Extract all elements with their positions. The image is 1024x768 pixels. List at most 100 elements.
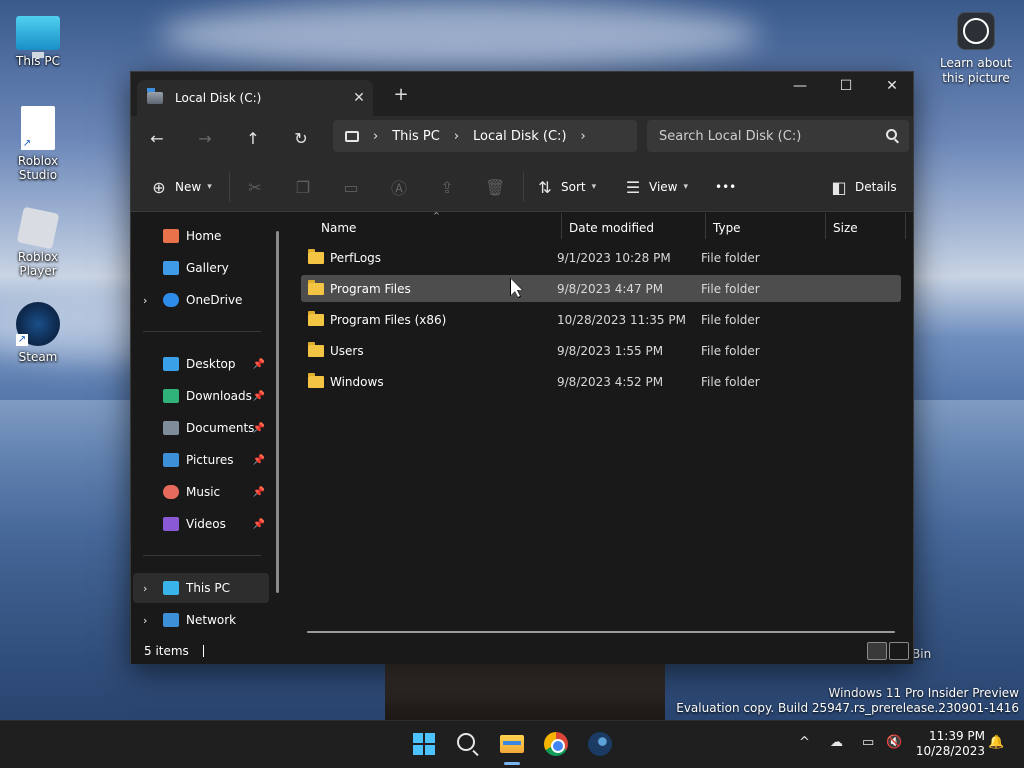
column-header-size[interactable]: Size xyxy=(833,213,858,243)
share-button[interactable]: ⇪ xyxy=(437,174,463,200)
sidebar-item-label: Videos xyxy=(186,517,226,531)
column-divider[interactable] xyxy=(905,213,906,239)
copy-button[interactable]: ❐ xyxy=(293,174,319,200)
desktop-icon-label: Roblox Player xyxy=(17,250,59,278)
view-button[interactable]: ☰ View ▾ xyxy=(623,174,688,200)
maximize-button[interactable]: ☐ xyxy=(823,72,869,102)
sidebar-item-pictures[interactable]: Pictures 📌 xyxy=(133,445,269,475)
pin-icon[interactable]: 📌 xyxy=(253,455,265,466)
tab-local-disk[interactable]: Local Disk (C:) ✕ xyxy=(137,80,373,116)
sidebar-divider xyxy=(143,555,261,556)
refresh-button[interactable]: ↻ xyxy=(285,124,317,154)
details-pane-button[interactable]: ◧ Details xyxy=(829,174,896,200)
sidebar-item-gallery[interactable]: Gallery xyxy=(133,253,269,283)
pin-icon[interactable]: 📌 xyxy=(253,423,265,434)
chevron-right-icon[interactable]: › xyxy=(373,129,378,144)
sidebar-item-label: Desktop xyxy=(186,357,236,371)
pin-icon[interactable]: 📌 xyxy=(253,519,265,530)
taskbar-file-explorer[interactable] xyxy=(497,729,527,765)
new-label: New xyxy=(175,180,202,194)
cut-button[interactable]: ✂ xyxy=(245,174,271,200)
back-button[interactable]: ← xyxy=(141,124,173,154)
table-row[interactable]: Windows 9/8/2023 4:52 PM File folder xyxy=(301,368,901,395)
chevron-right-icon[interactable]: › xyxy=(143,614,147,627)
column-header-name[interactable]: Name xyxy=(321,213,356,243)
document-icon: ↗ xyxy=(21,106,55,150)
breadcrumb[interactable]: › This PC › Local Disk (C:) › xyxy=(333,120,637,152)
sort-button[interactable]: ⇅ Sort ▾ xyxy=(535,174,596,200)
close-button[interactable]: ✕ xyxy=(869,72,915,102)
sidebar-item-documents[interactable]: Documents 📌 xyxy=(133,413,269,443)
more-options-button[interactable]: ••• xyxy=(715,174,736,200)
title-bar[interactable]: Local Disk (C:) ✕ + — ☐ ✕ xyxy=(131,72,913,116)
pin-icon[interactable]: 📌 xyxy=(253,487,265,498)
scissors-icon: ✂ xyxy=(248,177,262,197)
taskbar-search-button[interactable] xyxy=(453,729,483,759)
sidebar-item-label: Network xyxy=(186,613,237,627)
volume-muted-icon[interactable]: 🔇 xyxy=(886,735,902,750)
notification-bell-icon[interactable]: 🔔 xyxy=(988,735,1004,750)
chevron-right-icon[interactable]: › xyxy=(143,294,147,307)
delete-button[interactable]: 🗑 xyxy=(485,174,511,200)
table-row[interactable]: PerfLogs 9/1/2023 10:28 PM File folder xyxy=(301,244,901,271)
chevron-right-icon[interactable]: › xyxy=(581,129,586,144)
folder-icon xyxy=(308,341,324,357)
breadcrumb-local-disk[interactable]: Local Disk (C:) xyxy=(473,129,566,144)
table-row[interactable]: Program Files (x86) 10/28/2023 11:35 PM … xyxy=(301,306,901,333)
forward-button[interactable]: → xyxy=(189,124,221,154)
search-input[interactable]: Search Local Disk (C:) xyxy=(647,120,909,152)
horizontal-scrollbar[interactable] xyxy=(307,631,895,633)
rename-button[interactable]: Ⓐ xyxy=(389,174,415,200)
file-type: File folder xyxy=(701,281,760,296)
column-divider[interactable] xyxy=(561,213,562,239)
tiles-view-toggle[interactable] xyxy=(889,642,909,660)
learn-about-picture[interactable]: Learn about this picture xyxy=(940,12,1012,86)
desktop-icon-roblox-studio[interactable]: ↗ Roblox Studio xyxy=(0,106,76,182)
recycle-bin-label-partial[interactable]: Bin xyxy=(912,647,931,661)
sidebar-item-network[interactable]: › Network xyxy=(133,605,269,635)
table-row[interactable]: Program Files 9/8/2023 4:47 PM File fold… xyxy=(301,275,901,302)
clock-time: 11:39 PM xyxy=(929,729,985,743)
chevron-right-icon[interactable]: › xyxy=(143,582,147,595)
chevron-right-icon[interactable]: › xyxy=(454,129,459,144)
new-button[interactable]: ⊕ New ▾ xyxy=(149,174,211,200)
table-row[interactable]: Users 9/8/2023 1:55 PM File folder xyxy=(301,337,901,364)
navigation-scrollbar[interactable] xyxy=(276,231,279,593)
search-icon xyxy=(886,129,897,140)
column-header-date[interactable]: Date modified xyxy=(569,213,654,243)
up-button[interactable]: ↑ xyxy=(237,124,269,154)
breadcrumb-this-pc[interactable]: This PC xyxy=(392,129,440,144)
file-name: Program Files xyxy=(330,281,411,296)
sidebar-item-downloads[interactable]: Downloads 📌 xyxy=(133,381,269,411)
new-tab-button[interactable]: + xyxy=(389,84,413,105)
sidebar-item-videos[interactable]: Videos 📌 xyxy=(133,509,269,539)
sidebar-item-desktop[interactable]: Desktop 📌 xyxy=(133,349,269,379)
clock-date: 10/28/2023 xyxy=(915,744,985,758)
pin-icon[interactable]: 📌 xyxy=(253,391,265,402)
minimize-button[interactable]: — xyxy=(777,72,823,102)
chevron-down-icon: ▾ xyxy=(591,182,597,192)
taskbar-steam[interactable] xyxy=(585,729,615,759)
desktop-icon-roblox-player[interactable]: Roblox Player xyxy=(0,204,76,278)
chevron-down-icon: ▾ xyxy=(683,182,689,192)
column-divider[interactable] xyxy=(705,213,706,239)
sidebar-item-onedrive[interactable]: › OneDrive xyxy=(133,285,269,315)
details-view-toggle[interactable] xyxy=(867,642,887,660)
file-type: File folder xyxy=(701,250,760,265)
taskbar-clock[interactable]: 11:39 PM 10/28/2023 xyxy=(915,729,985,759)
tray-overflow-chevron[interactable]: ^ xyxy=(799,735,810,750)
desktop-icon-this-pc[interactable]: This PC xyxy=(0,10,76,68)
network-tray-icon[interactable]: ▭ xyxy=(862,735,874,750)
taskbar-chrome[interactable] xyxy=(541,729,571,759)
sidebar-item-this-pc[interactable]: › This PC xyxy=(133,573,269,603)
onedrive-tray-icon[interactable]: ☁ xyxy=(830,735,843,750)
pin-icon[interactable]: 📌 xyxy=(253,359,265,370)
sidebar-item-home[interactable]: Home xyxy=(133,221,269,251)
sidebar-item-music[interactable]: Music 📌 xyxy=(133,477,269,507)
column-header-type[interactable]: Type xyxy=(713,213,741,243)
paste-button[interactable]: ▭ xyxy=(341,174,367,200)
start-button[interactable] xyxy=(409,729,439,759)
tab-close-icon[interactable]: ✕ xyxy=(345,90,373,106)
desktop-icon-steam[interactable]: ↗ Steam xyxy=(0,302,76,364)
column-divider[interactable] xyxy=(825,213,826,239)
